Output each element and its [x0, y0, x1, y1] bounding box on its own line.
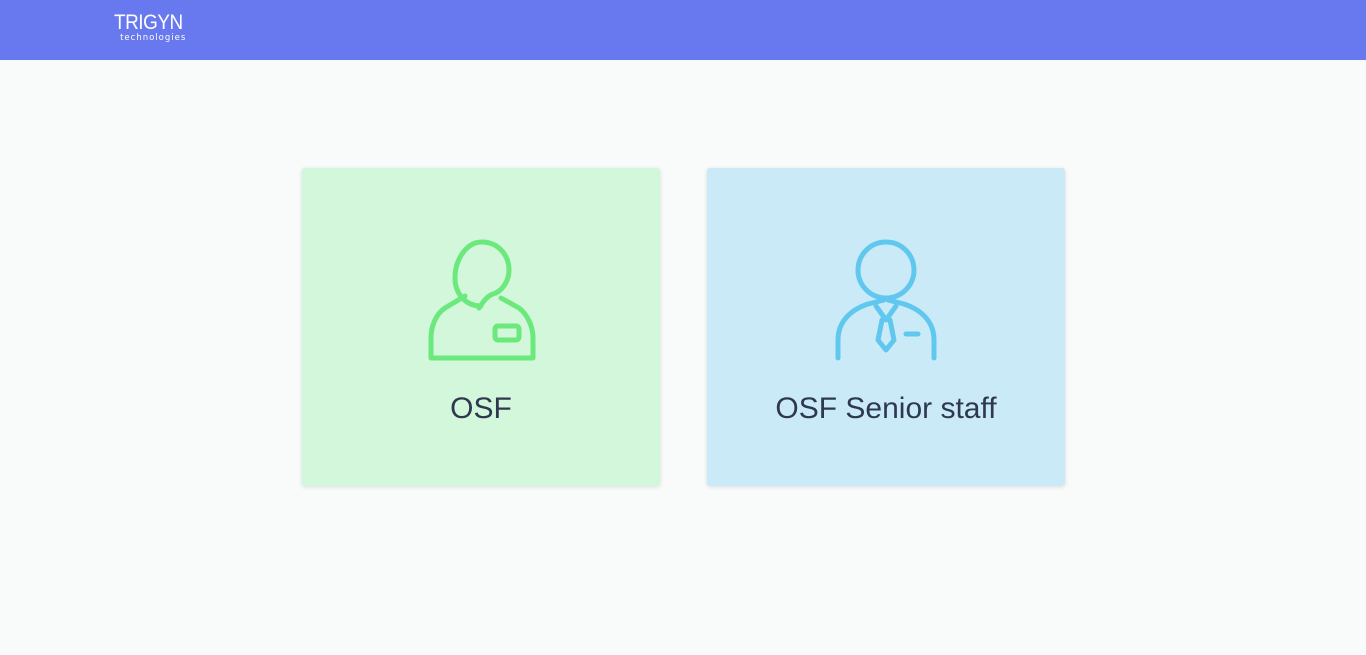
logo-wordmark: TRIGYN: [114, 11, 183, 34]
osf-card-label: OSF: [450, 392, 512, 425]
osf-senior-staff-role-card[interactable]: OSF Senior staff: [707, 168, 1065, 486]
staff-user-icon: [421, 238, 541, 364]
trigyn-logo[interactable]: TRIGYN technologies: [114, 12, 190, 43]
senior-staff-user-icon: [826, 238, 946, 364]
osf-role-card[interactable]: OSF: [302, 168, 660, 486]
logo-tagline: technologies: [120, 33, 187, 43]
osf-senior-staff-card-label: OSF Senior staff: [775, 392, 997, 425]
top-header-bar: TRIGYN technologies: [0, 0, 1366, 60]
